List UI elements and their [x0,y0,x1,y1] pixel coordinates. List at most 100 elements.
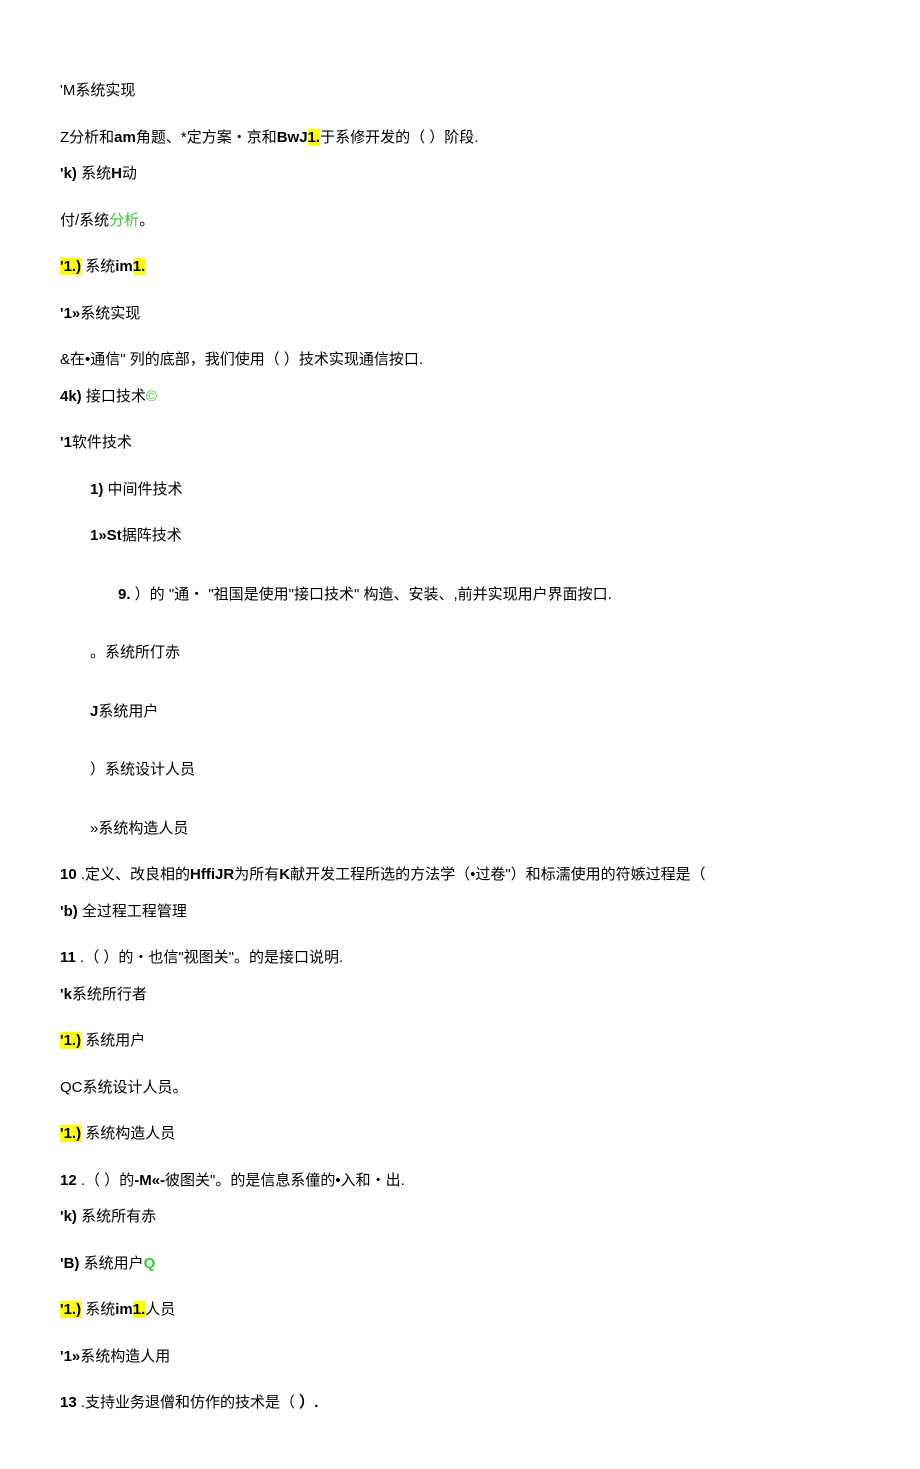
text-run: Q [144,1255,156,1272]
text-run: 于系修开发的（ ）阶段. [320,129,478,146]
text-line: 'k) 系统所有赤 [60,1206,860,1229]
text-run: 'B) [60,1255,79,1272]
text-run: 据阵技术 [122,527,182,544]
text-run: 软件技术 [72,434,132,451]
text-run: ）的 "通・ "祖国是使用"接口技术" 构造、安装、,前并实现用户界面按口. [131,586,612,603]
text-run: '1» [60,1348,80,1365]
text-run: 1) [90,481,103,498]
text-line: '1»系统实现 [60,303,860,326]
text-line: QC系统设计人员。 [60,1077,860,1100]
text-run: im [115,1301,133,1318]
text-run: 角题、*定方案・京和 [136,129,277,146]
text-run: 'b) [60,903,78,920]
text-run: 系统 [81,1301,115,1318]
text-run: 全过程工程管理 [78,903,187,920]
text-run: 4k) [60,388,82,405]
text-run: 为所有 [234,866,279,883]
text-run: 系统 [81,258,115,275]
text-run: 彼图关"。的是信息系僮的•入和・出. [165,1172,405,1189]
text-run: K [279,866,290,883]
text-run: 'k [60,986,72,1003]
text-run: Z分析和 [60,129,114,146]
text-run: 'M系统实现 [60,82,135,99]
text-run: 1. [308,129,321,146]
text-line: J系统用户 [60,701,860,724]
text-run: .定义、改良相的 [77,866,190,883]
text-line: '1.) 系统构造人员 [60,1123,860,1146]
text-run: '1.) [60,258,81,275]
text-run: 。系统所仃赤 [90,644,180,661]
text-run: '1.) [60,1125,81,1142]
text-run: im [115,258,133,275]
text-run: 付/系统 [60,212,109,229]
text-line: 'B) 系统用户Q [60,1253,860,1276]
text-line: '1.) 系统im1. [60,256,860,279]
text-run: H [111,165,122,182]
text-run: 系统用户 [98,703,158,720]
text-run: 系统用户 [79,1255,143,1272]
text-run: '1» [60,305,80,322]
text-run: 。 [139,212,154,229]
text-run: 9. [118,586,131,603]
text-run: 中间件技术 [103,481,182,498]
text-line: 'k系统所行者 [60,984,860,1007]
text-line: 9. ）的 "通・ "祖国是使用"接口技术" 构造、安装、,前并实现用户界面按口… [60,584,860,607]
text-run: 系统构造人用 [80,1348,170,1365]
text-line: 'k) 系统H动 [60,163,860,186]
text-run: .支持业务退僧和仿作的技术是（ [77,1394,300,1411]
text-run: HffiJR [190,866,234,883]
text-line: 1»St据阵技术 [60,525,860,548]
text-run: am [114,129,136,146]
text-run: &在•通信" 列的底部，我们使用（ ）技术实现通信按口. [60,351,423,368]
text-run: .（ ）的 [77,1172,135,1189]
text-line: ）系统设计人员 [60,759,860,782]
text-run: BwJ [277,129,308,146]
text-run: 系统用户 [81,1032,145,1049]
text-run: 'k) [60,1208,77,1225]
text-run: 系统设计人员。 [83,1079,188,1096]
text-line: '1.) 系统用户 [60,1030,860,1053]
text-run: '1.) [60,1032,81,1049]
text-line: '1»系统构造人用 [60,1346,860,1369]
text-run: 系统实现 [80,305,140,322]
text-run: 系统所有赤 [77,1208,156,1225]
text-run: 系统构造人员 [81,1125,175,1142]
text-run: 系统 [77,165,111,182]
text-line: &在•通信" 列的底部，我们使用（ ）技术实现通信按口. [60,349,860,372]
text-run: 11 [60,949,76,966]
text-run: '1 [60,434,72,451]
text-line: 4k) 接口技术© [60,386,860,409]
text-run: -M«- [134,1172,165,1189]
text-line: 。系统所仃赤 [60,642,860,665]
text-run: .（ ）的・也信"视图关"。的是接口说明. [76,949,343,966]
text-run: 'k) [60,165,77,182]
text-run: 1. [133,1301,146,1318]
text-run: 10 [60,866,77,883]
text-line: Z分析和am角题、*定方案・京和BwJ1.于系修开发的（ ）阶段. [60,127,860,150]
text-line: »系统构造人员 [60,818,860,841]
text-line: 1) 中间件技术 [60,479,860,502]
text-line: 10 .定义、改良相的HffiJR为所有K献开发工程所选的方法学（•过卷"）和标… [60,864,860,887]
text-run: 13 [60,1394,77,1411]
text-line: 'M系统实现 [60,80,860,103]
text-run: ）系统设计人员 [90,761,195,778]
text-run: 献开发工程所选的方法学（•过卷"）和标濡使用的符嫉过程是（ [290,866,706,883]
text-run: 1. [133,258,146,275]
text-line: 12 .（ ）的-M«-彼图关"。的是信息系僮的•入和・出. [60,1170,860,1193]
text-run: »系统构造人员 [90,820,188,837]
text-run: 12 [60,1172,77,1189]
text-run: 接口技术 [82,388,146,405]
text-run: 分析 [109,212,139,229]
text-run: QC [60,1079,83,1096]
text-run: 人员 [145,1301,175,1318]
text-line: 'b) 全过程工程管理 [60,901,860,924]
text-run: '1.) [60,1301,81,1318]
text-line: '1.) 系统im1.人员 [60,1299,860,1322]
document-body: 'M系统实现Z分析和am角题、*定方案・京和BwJ1.于系修开发的（ ）阶段.'… [60,80,860,1415]
text-run: 系统所行者 [72,986,147,1003]
text-line: 11 .（ ）的・也信"视图关"。的是接口说明. [60,947,860,970]
text-line: 付/系统分析。 [60,210,860,233]
text-run: ）. [299,1394,318,1411]
text-line: '1软件技术 [60,432,860,455]
text-run: © [146,388,157,405]
